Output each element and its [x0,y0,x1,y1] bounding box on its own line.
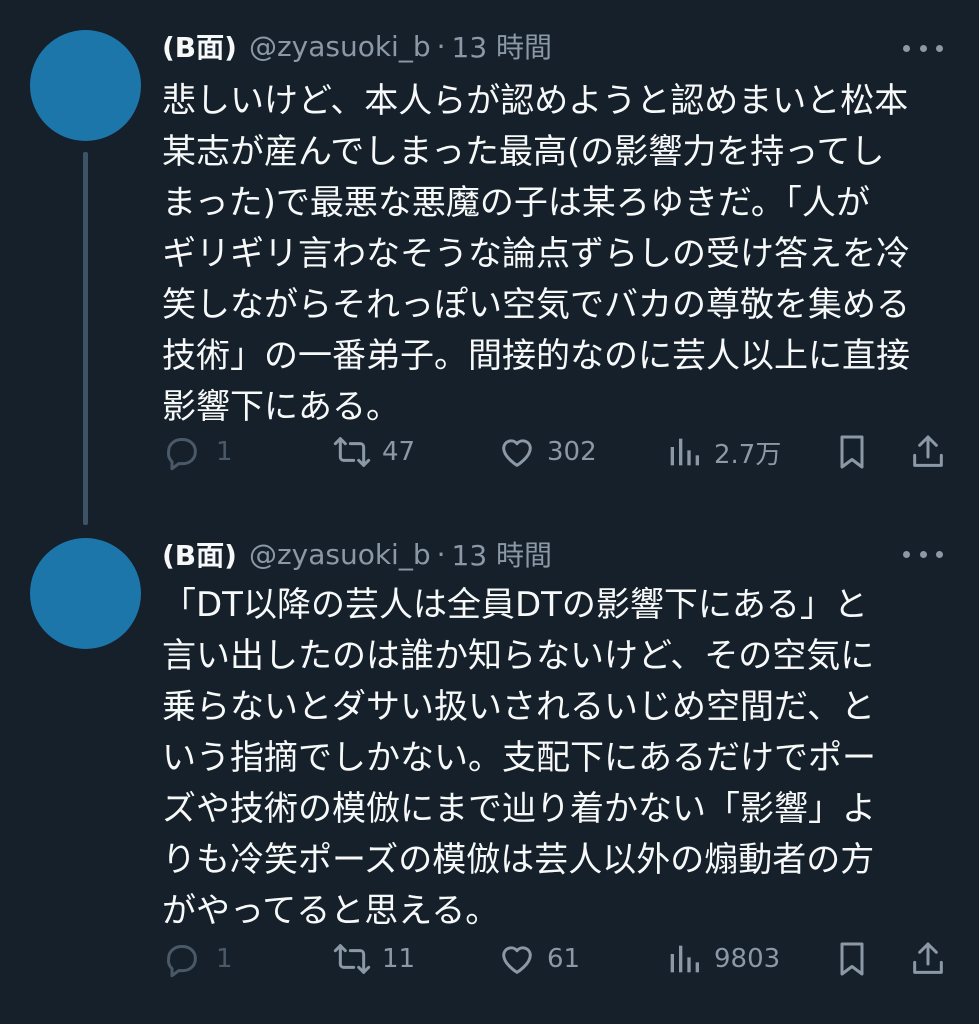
heart-icon [502,439,532,467]
like-count: 61 [547,944,581,974]
avatar[interactable] [30,538,141,649]
share-button[interactable] [908,937,948,981]
tweet-text-line: がやってると思える。 [162,891,500,931]
share-icon [913,942,943,974]
tweet-header: (B面) @zyasuoki_b · 13 時間 [162,534,552,574]
reply-count: 1 [216,437,233,467]
retweet-icon [333,944,371,974]
tweet[interactable]: (B面) @zyasuoki_b · 13 時間 「DT以降の芸人は全員DTの影… [0,500,979,1024]
views-count: 2.7万 [714,439,782,470]
reply-button[interactable]: 1 [162,430,233,474]
retweet-button[interactable]: 47 [332,430,415,474]
tweet-text-line: 某志が産んでしまった最高(の影響力を持ってし [162,132,885,172]
like-button[interactable]: 61 [497,937,580,981]
share-icon [913,435,943,467]
tweet[interactable]: (B面) @zyasuoki_b · 13 時間 悲しいけど、本人らが認めようと… [0,0,979,525]
tweet-text-line: りも冷笑ポーズの模倣は芸人以外の煽動者の方 [162,840,875,880]
timestamp[interactable]: 13 時間 [452,26,553,66]
bookmark-button[interactable] [832,430,872,474]
tweet-text: 「DT以降の芸人は全員DTの影響下にある」と 言い出したのは誰か知らないけど、そ… [162,580,952,937]
timestamp[interactable]: 13 時間 [452,534,553,574]
more-options-icon[interactable] [903,548,943,560]
more-options-icon[interactable] [903,42,943,54]
reply-icon [166,437,197,471]
tweet-text: 悲しいけど、本人らが認めようと認めまいと松本 某志が産んでしまった最高(の影響力… [162,76,952,433]
reply-icon [166,944,197,978]
user-handle[interactable]: @zyasuoki_b [249,538,431,571]
reply-count: 1 [216,944,233,974]
bar-chart-icon [670,945,699,973]
retweet-icon [333,437,371,467]
display-name[interactable]: (B面) [162,534,237,574]
display-name[interactable]: (B面) [162,26,237,66]
bar-chart-icon [670,438,699,466]
bookmark-button[interactable] [832,937,872,981]
thread-connector-line [83,152,88,525]
tweet-text-line: ギリギリ言わなそうな論点ずらしの受け答えを冷 [162,234,910,274]
views-count: 9803 [714,944,781,974]
tweet-text-line: 悲しいけど、本人らが認めようと認めまいと松本 [162,81,909,121]
separator-dot: · [436,537,446,571]
bookmark-icon [840,435,864,469]
retweet-count: 11 [382,944,416,974]
tweet-text-line: 笑しながらそれっぽい空気でバカの尊敬を集める [162,285,910,325]
views-button[interactable]: 2.7万 [664,430,781,474]
tweet-text-line: ズや技術の模倣にまで辿り着かない「影響」よ [162,789,876,829]
tweet-text-line: いう指摘でしかない。支配下にあるだけでポー [162,738,876,778]
tweet-header: (B面) @zyasuoki_b · 13 時間 [162,26,552,66]
retweet-count: 47 [382,437,416,467]
bookmark-icon [840,942,864,976]
tweet-text-line: 「DT以降の芸人は全員DTの影響下にある」と [162,585,868,625]
views-button[interactable]: 9803 [664,937,780,981]
reply-button[interactable]: 1 [162,937,233,981]
tweet-text-line: まった)で最悪な悪魔の子は某ろゆきだ。「人が [162,183,870,223]
tweet-text-line: 乗らないとダサい扱いされるいじめ空間だ、と [162,687,875,727]
user-handle[interactable]: @zyasuoki_b [249,30,431,63]
tweet-actions: 1 11 61 9803 [162,937,952,981]
avatar[interactable] [30,30,141,141]
tweet-actions: 1 47 302 2.7万 [162,430,952,474]
tweet-text-line: 技術」の一番弟子。間接的なのに芸人以上に直接 [162,336,910,376]
tweet-text-line: 言い出したのは誰か知らないけど、その空気に [162,636,875,676]
like-count: 302 [547,437,597,467]
share-button[interactable] [908,430,948,474]
like-button[interactable]: 302 [497,430,597,474]
retweet-button[interactable]: 11 [332,937,415,981]
tweet-text-line: 影響下にある。 [162,387,400,427]
separator-dot: · [436,29,446,63]
heart-icon [502,946,532,974]
